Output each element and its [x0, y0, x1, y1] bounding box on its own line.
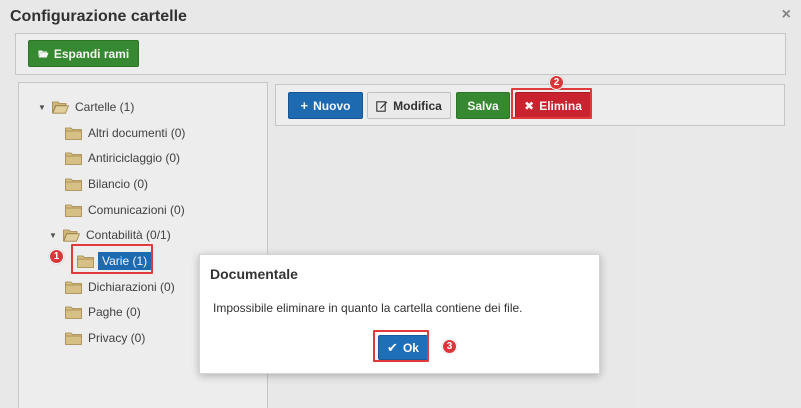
tree-label: Dichiarazioni (0): [88, 280, 175, 294]
tree-node-antiriciclaggio[interactable]: Antiriciclaggio (0): [65, 148, 180, 168]
save-button-label: Salva: [467, 98, 499, 113]
delete-button[interactable]: ✖ Elimina: [515, 92, 591, 119]
folder-icon: [65, 306, 82, 319]
folder-open-icon: [52, 101, 69, 114]
tree-node-altri-documenti[interactable]: Altri documenti (0): [65, 123, 185, 143]
expand-branches-label: Espandi rami: [53, 46, 130, 61]
tree-label: Privacy (0): [88, 331, 146, 345]
save-button[interactable]: Salva: [456, 92, 510, 119]
folder-icon: [65, 332, 82, 345]
tree-label: Comunicazioni (0): [88, 203, 185, 217]
expand-branches-button[interactable]: Espandi rami: [28, 40, 139, 67]
top-toolbar: Espandi rami: [15, 33, 786, 75]
close-icon[interactable]: ×: [782, 6, 791, 24]
tree-label: Paghe (0): [88, 305, 141, 319]
caret-down-icon[interactable]: ▼: [38, 103, 48, 112]
tree-label-root: Cartelle (1): [75, 100, 135, 114]
check-icon: ✔: [387, 339, 398, 355]
folder-icon: [65, 152, 82, 165]
tree-node-dichiarazioni[interactable]: Dichiarazioni (0): [65, 277, 175, 297]
tree-label-selected: Varie (1): [98, 252, 152, 270]
times-icon: ✖: [524, 98, 535, 113]
ok-button-label: Ok: [402, 340, 419, 355]
caret-down-icon[interactable]: ▼: [49, 231, 59, 240]
tree-label: Antiriciclaggio (0): [88, 151, 181, 165]
dialog-title: Configurazione cartelle: [10, 8, 187, 25]
tree-node-privacy[interactable]: Privacy (0): [65, 328, 145, 348]
tree-label: Altri documenti (0): [88, 126, 186, 140]
modal-message: Impossibile eliminare in quanto la carte…: [213, 301, 523, 315]
alert-modal: Documentale Impossibile eliminare in qua…: [199, 254, 600, 374]
tree-node-root[interactable]: ▼ Cartelle (1): [38, 97, 134, 117]
callout-badge-2: 2: [549, 75, 564, 90]
tree-node-bilancio[interactable]: Bilancio (0): [65, 174, 148, 194]
new-button[interactable]: + Nuovo: [288, 92, 363, 119]
modal-title: Documentale: [210, 266, 298, 282]
folder-icon: [65, 281, 82, 294]
tree-label: Contabilità (0/1): [86, 228, 171, 242]
folder-icon: [65, 204, 82, 217]
folder-open-icon: [38, 50, 49, 58]
callout-badge-1: 1: [49, 249, 64, 264]
new-button-label: Nuovo: [313, 98, 351, 113]
action-toolbar: + Nuovo Modifica Salva ✖ Elimina: [275, 84, 785, 126]
tree-node-paghe[interactable]: Paghe (0): [65, 302, 141, 322]
folder-icon: [65, 178, 82, 191]
tree-label: Bilancio (0): [88, 177, 149, 191]
ok-button[interactable]: ✔ Ok: [378, 335, 428, 360]
edit-button-label: Modifica: [393, 98, 442, 113]
tree-node-contabilita[interactable]: ▼ Contabilità (0/1): [49, 225, 171, 245]
folder-open-icon: [63, 229, 80, 242]
folder-config-dialog: Configurazione cartelle × Espandi rami ▼…: [0, 0, 801, 408]
edit-button[interactable]: Modifica: [367, 92, 451, 119]
tree-node-varie[interactable]: Varie (1): [77, 251, 152, 271]
tree-node-comunicazioni[interactable]: Comunicazioni (0): [65, 200, 185, 220]
plus-icon: +: [300, 98, 309, 113]
callout-badge-3: 3: [442, 339, 457, 354]
folder-icon: [77, 255, 94, 268]
delete-button-label: Elimina: [539, 98, 582, 113]
folder-icon: [65, 127, 82, 140]
edit-icon: [376, 100, 388, 112]
